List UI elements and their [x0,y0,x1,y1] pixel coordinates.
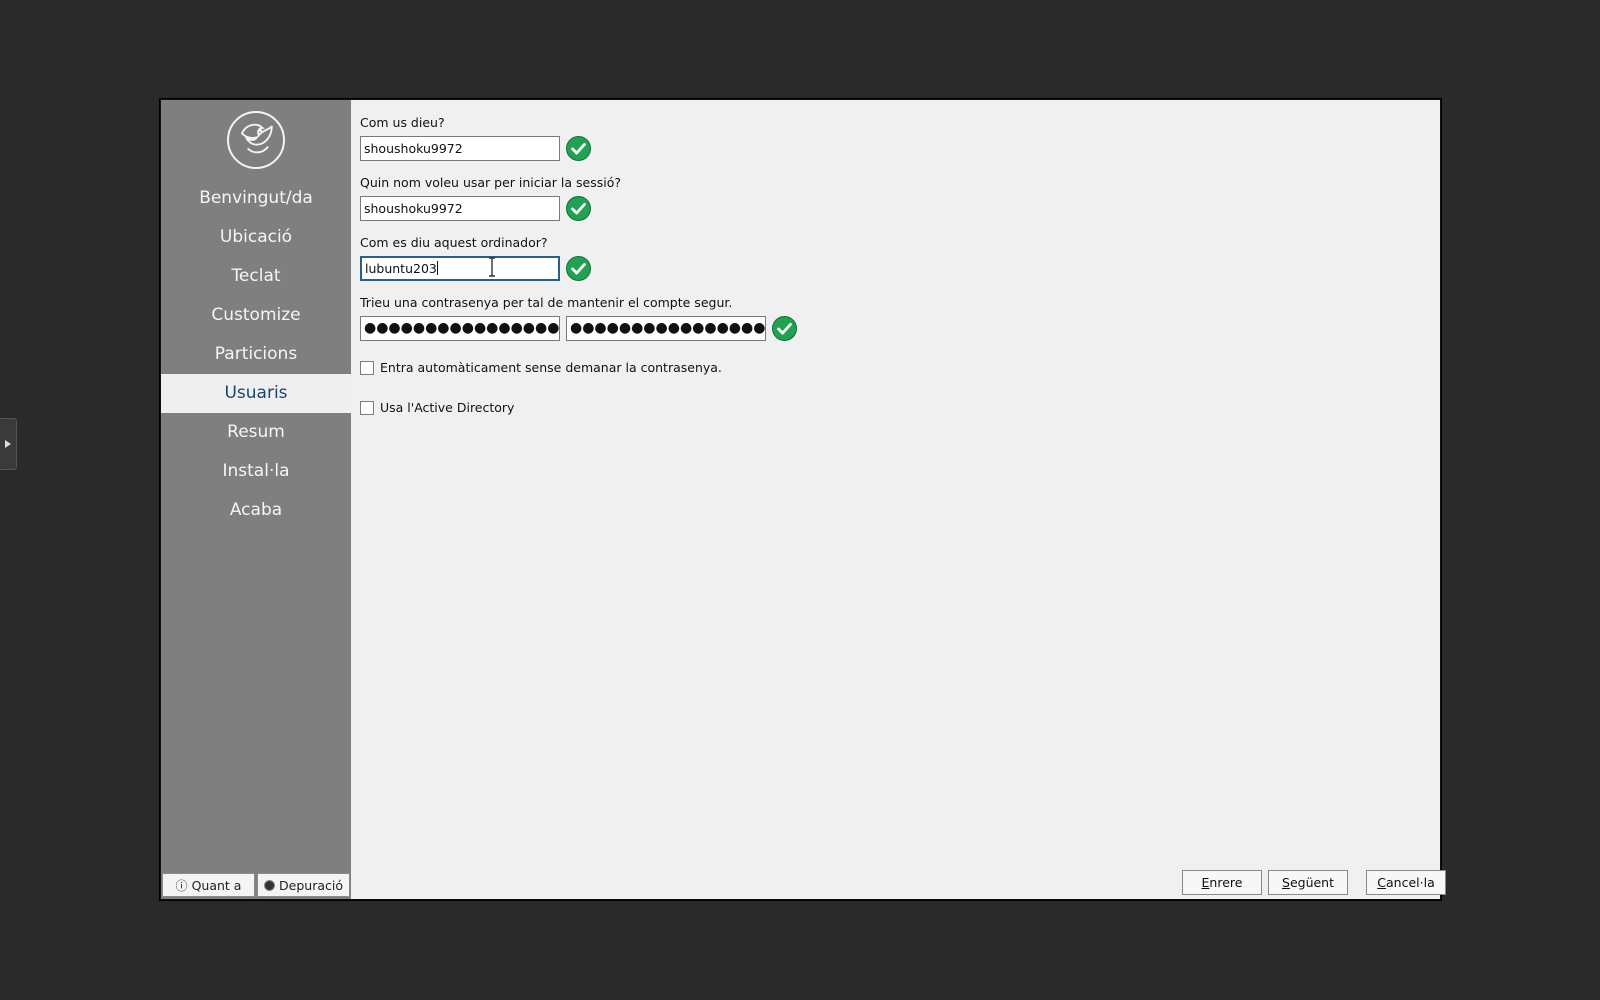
active-directory-row[interactable]: Usa l'Active Directory [360,400,514,415]
nav-item-customize: Customize [211,305,301,325]
users-page: Com us dieu? shoushoku9972 Quin nom vole… [360,100,1446,899]
installer-window: Benvingut/da Ubicació Teclat Customize P… [160,99,1446,900]
password-label: Trieu una contrasenya per tal de manteni… [360,295,733,310]
bug-icon [264,879,276,891]
nav-item-summary: Resum [227,422,285,442]
next-button[interactable]: Següent [1268,870,1348,895]
sidebar: Benvingut/da Ubicació Teclat Customize P… [161,100,351,899]
info-icon: ⓘ [175,878,188,893]
hostname-value: lubuntu203 [365,261,437,276]
hostname-valid-icon [566,256,591,281]
cancel-button-accel: C [1377,875,1386,890]
nav-item-partitions: Particions [214,344,298,364]
nav-item-users: Usuaris [161,374,351,413]
cancel-button-label: ancel·la [1386,875,1435,890]
nav-item-finish: Acaba [229,500,283,520]
back-button[interactable]: Enrere [1182,870,1262,895]
lubuntu-logo-icon [227,111,285,169]
next-button-label: egüent [1289,875,1334,890]
password-valid-icon [772,316,797,341]
nav-item-install: Instal·la [222,461,290,481]
back-button-label: nrere [1209,875,1243,890]
sidebar-footer: ⓘ Quant a Depuració [162,873,350,897]
text-cursor-icon [489,257,495,277]
panel-expand-tab[interactable] [0,418,17,470]
login-name-input[interactable]: shoushoku9972 [360,196,560,221]
nav-item-keyboard: Teclat [231,266,281,286]
next-button-accel: S [1282,875,1290,890]
cancel-button[interactable]: Cancel·la [1366,870,1446,895]
debug-button-label: Depuració [279,877,343,893]
nav-item-welcome: Benvingut/da [199,188,313,208]
steps-nav: Benvingut/da Ubicació Teclat Customize P… [161,179,351,530]
nav-item-location: Ubicació [219,227,293,247]
login-name-valid-icon [566,196,591,221]
full-name-valid-icon [566,136,591,161]
autologin-row[interactable]: Entra automàticament sense demanar la co… [360,360,722,375]
full-name-label: Com us dieu? [360,115,445,130]
back-button-accel: E [1201,875,1210,890]
hostname-label: Com es diu aquest ordinador? [360,235,548,250]
password-confirm-input[interactable]: ●●●●●●●●●●●●●●●● [566,316,766,341]
full-name-input[interactable]: shoushoku9972 [360,136,560,161]
about-button-label: Quant a [191,877,242,893]
active-directory-label: Usa l'Active Directory [380,400,515,415]
active-directory-checkbox[interactable] [360,400,374,415]
autologin-checkbox[interactable] [360,360,374,375]
hostname-input[interactable]: lubuntu203 [360,256,560,281]
password-input[interactable]: ●●●●●●●●●●●●●●●● [360,316,560,341]
login-name-label: Quin nom voleu usar per iniciar la sessi… [360,175,621,190]
about-button[interactable]: ⓘ Quant a [162,873,255,897]
autologin-label: Entra automàticament sense demanar la co… [380,360,722,375]
debug-button[interactable]: Depuració [257,873,350,897]
text-caret [436,261,438,275]
